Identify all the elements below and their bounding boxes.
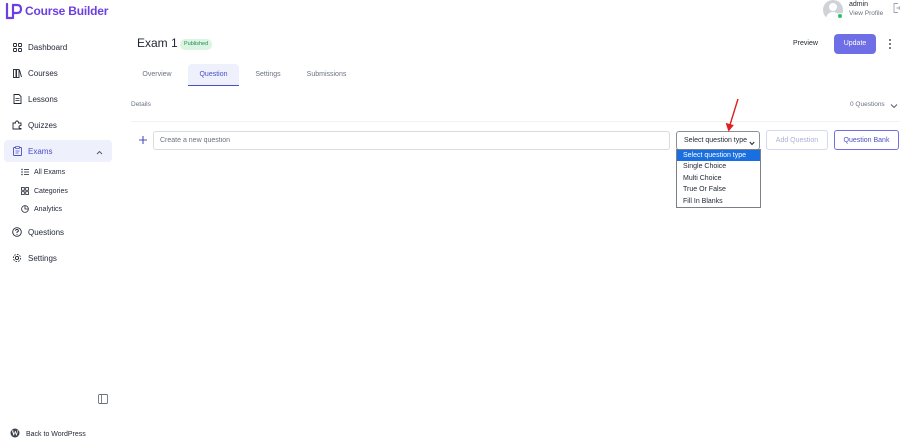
- pie-chart-icon: [20, 205, 29, 214]
- document-icon: [12, 94, 22, 104]
- logo-text: Course Builder: [25, 4, 109, 18]
- chevron-up-icon[interactable]: [96, 148, 103, 157]
- gear-icon: [12, 253, 22, 263]
- add-icon[interactable]: [138, 135, 148, 145]
- back-to-wordpress-label: Back to WordPress: [26, 430, 86, 438]
- sidebar-subitem-label: Analytics: [34, 205, 63, 213]
- sidebar-item-courses[interactable]: Courses: [4, 62, 112, 84]
- sidebar-item-label: Settings: [28, 253, 57, 263]
- sidebar-item-lessons[interactable]: Lessons: [4, 88, 112, 110]
- book-icon: [12, 68, 22, 78]
- more-options-icon[interactable]: [887, 39, 893, 49]
- sidebar-item-settings[interactable]: Settings: [4, 247, 112, 269]
- puzzle-icon: [12, 120, 22, 130]
- sidebar-subitem-categories[interactable]: Categories: [20, 184, 68, 198]
- dropdown-option[interactable]: Single Choice: [677, 161, 760, 172]
- new-question-input[interactable]: [153, 131, 670, 150]
- details-label: Details: [131, 101, 151, 108]
- clipboard-icon: [12, 146, 22, 156]
- add-question-button[interactable]: Add Question: [766, 130, 828, 150]
- sidebar-subitem-analytics[interactable]: Analytics: [20, 202, 62, 216]
- tab-submissions[interactable]: Submissions: [298, 64, 355, 86]
- sidebar-item-quizzes[interactable]: Quizzes: [4, 114, 112, 136]
- sidebar: Course Builder Dashboard Courses Lessons: [0, 0, 118, 445]
- user-name: admin: [849, 1, 869, 8]
- sidebar-item-label: Courses: [28, 68, 58, 78]
- sidebar-collapse-icon[interactable]: [98, 394, 108, 404]
- tab-overview[interactable]: Overview: [131, 64, 183, 86]
- sidebar-item-dashboard[interactable]: Dashboard: [4, 36, 112, 58]
- sidebar-subitem-label: Categories: [34, 187, 68, 195]
- sidebar-subitem-all-exams[interactable]: All Exams: [20, 165, 65, 179]
- back-to-wordpress-link[interactable]: W Back to WordPress: [10, 428, 86, 440]
- view-profile-link[interactable]: View Profile: [849, 10, 883, 17]
- sidebar-item-label: Questions: [28, 227, 65, 237]
- svg-text:W: W: [12, 430, 19, 438]
- sidebar-item-label: Exams: [28, 146, 53, 156]
- sidebar-item-label: Lessons: [28, 94, 58, 104]
- chevron-down-icon[interactable]: [890, 102, 898, 109]
- preview-button[interactable]: Preview: [785, 35, 826, 53]
- tab-settings[interactable]: Settings: [246, 64, 290, 86]
- question-type-select[interactable]: Select question type: [676, 131, 760, 150]
- grid-icon: [20, 187, 29, 196]
- question-type-value: Select question type: [684, 137, 748, 144]
- dropdown-option[interactable]: Fill In Blanks: [677, 196, 760, 207]
- wordpress-icon: W: [10, 428, 20, 440]
- page-title: Exam 1: [137, 36, 178, 50]
- sidebar-item-questions[interactable]: Questions: [4, 221, 112, 243]
- divider: [131, 121, 900, 122]
- user-menu[interactable]: admin View Profile: [823, 0, 893, 20]
- logo[interactable]: Course Builder: [5, 2, 108, 20]
- annotation-arrow-icon: [720, 96, 744, 136]
- tab-question[interactable]: Question: [188, 64, 239, 86]
- sidebar-item-label: Dashboard: [28, 42, 68, 52]
- update-button[interactable]: Update: [834, 34, 876, 54]
- question-count: 0 Questions: [850, 101, 885, 108]
- logo-icon: [5, 2, 23, 20]
- logout-icon[interactable]: [893, 3, 900, 13]
- question-type-dropdown: Select question type Single Choice Multi…: [676, 149, 761, 208]
- help-circle-icon: [12, 227, 22, 237]
- online-status-dot: [837, 13, 843, 19]
- dropdown-option[interactable]: Multi Choice: [677, 173, 760, 184]
- dashboard-icon: [12, 42, 22, 52]
- sidebar-subitem-label: All Exams: [34, 168, 66, 176]
- chevron-down-icon: [749, 139, 755, 146]
- status-badge: Published: [180, 39, 213, 50]
- sidebar-item-exams[interactable]: Exams: [4, 140, 112, 162]
- list-icon: [20, 168, 29, 177]
- dropdown-option[interactable]: Select question type: [677, 150, 760, 162]
- dropdown-option[interactable]: True Or False: [677, 184, 760, 195]
- question-bank-button[interactable]: Question Bank: [834, 130, 899, 150]
- sidebar-item-label: Quizzes: [28, 120, 57, 130]
